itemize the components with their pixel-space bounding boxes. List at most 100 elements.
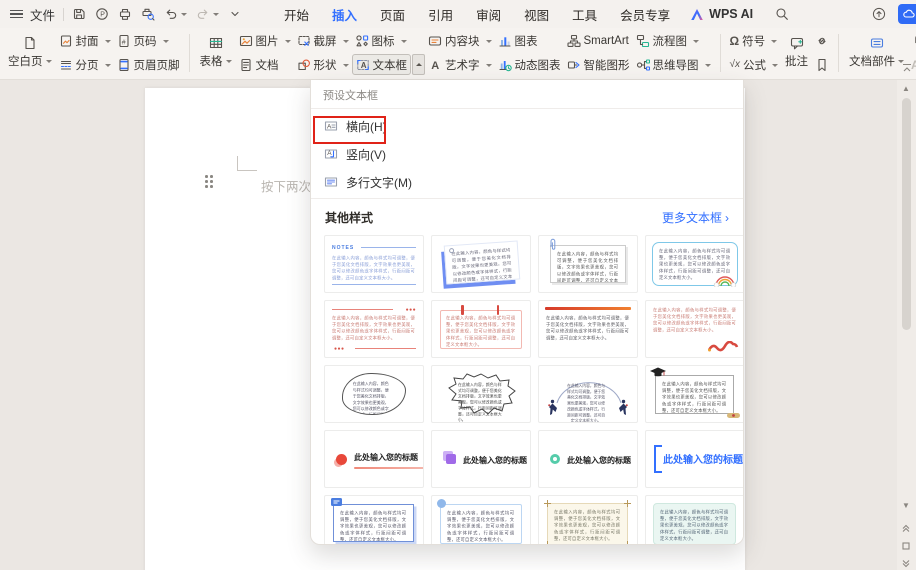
tab-member[interactable]: 会员专享 (620, 5, 670, 24)
document-button[interactable]: 文档 (236, 54, 294, 75)
main-menu-icon[interactable] (10, 10, 23, 19)
attachment-button[interactable] (908, 30, 916, 51)
tab-tools[interactable]: 工具 (572, 5, 597, 24)
smart-graphic-button[interactable]: 智能图形 (564, 54, 633, 75)
page-number-button[interactable]: # 页码 (114, 30, 183, 51)
document-icon (239, 58, 253, 72)
redo-button[interactable] (196, 7, 219, 21)
textbox-template-scribble[interactable]: 在此输入内容，颜色与样式均可调整，便于您美化文档排版，文字效果也更美观，您可以修… (431, 365, 531, 423)
blank-page-button[interactable]: 空白页 (4, 30, 56, 76)
content-block-button[interactable]: 内容块 (425, 30, 495, 51)
textbox-template-orange-bar[interactable]: 在此输入内容，颜色与样式均可调整，便于您美化文档排版，文字效果也更美观，您可以修… (538, 300, 638, 358)
other-styles-header: 其他样式 (325, 209, 373, 226)
textbox-template-graduation[interactable]: 在此输入内容，颜色与样式均可调整，便于您美化文档排版，文字效果也更美观，您可以修… (645, 365, 744, 423)
tab-review[interactable]: 审阅 (476, 5, 501, 24)
share-button[interactable] (898, 4, 916, 24)
page-number-icon: # (117, 34, 131, 48)
cloud-upload-button[interactable] (872, 7, 886, 21)
table-icon (209, 36, 223, 50)
textbox-icon: A (356, 58, 370, 72)
comment-button[interactable]: 批注 (781, 30, 812, 76)
collapse-ribbon-button[interactable] (901, 61, 913, 79)
paragraph-drag-handle-icon[interactable] (205, 175, 214, 189)
textbox-template-notes[interactable]: NOTES 在此输入内容，颜色与样式均可调整，便于您美化文档排版，文字效果也更美… (324, 235, 424, 293)
select-browse-object-button[interactable] (901, 538, 911, 556)
textbox-template-beige[interactable]: 在此输入内容，颜色与样式均可调整，便于您美化文档排版，文字效果也更美观，您可以修… (538, 495, 638, 545)
redo-caret[interactable] (213, 13, 219, 19)
textbox-button[interactable]: A 文本框 (352, 54, 412, 75)
graduate-figure-icon (618, 399, 630, 416)
textbox-template-title-teal[interactable]: 此处输入您的标题 (538, 430, 638, 488)
blue-brackets: 此处输入您的标题 (654, 445, 744, 473)
icon-library-button[interactable]: 图标 (352, 30, 426, 51)
picture-button[interactable]: 图片 (236, 30, 294, 51)
tab-view[interactable]: 视图 (524, 5, 549, 24)
header-footer-button[interactable]: 页眉页脚 (114, 54, 183, 75)
table-button[interactable]: 表格 (196, 30, 236, 76)
textbox-template-blue-circle[interactable]: 在此输入内容，颜色与样式均可调整，便于您美化文档排版，文字效果也更美观，您可以修… (431, 495, 531, 545)
textbox-template-rainbow[interactable]: 在此输入内容，颜色与样式均可调整，便于您美化文档排版，文字效果也更美观，您可以修… (645, 235, 744, 293)
scroll-down-button[interactable]: ▼ (902, 502, 910, 510)
next-page-button[interactable] (901, 556, 911, 570)
scroll-up-button[interactable]: ▲ (902, 85, 910, 93)
corner-mark-icon (544, 541, 551, 545)
formula-icon: √x (730, 60, 741, 70)
mindmap-button[interactable]: 思维导图 (633, 54, 714, 75)
search-button[interactable] (775, 7, 789, 21)
print-preview-button[interactable] (141, 7, 155, 21)
undo-button[interactable] (164, 7, 187, 21)
tab-page[interactable]: 页面 (380, 5, 405, 24)
scrollbar-thumb[interactable] (902, 98, 911, 330)
titlebar-right (872, 0, 916, 28)
shapes-button[interactable]: 形状 (294, 54, 352, 75)
tab-insert[interactable]: 插入 (332, 5, 357, 24)
content-block-icon (428, 34, 442, 48)
wordart-button[interactable]: A 艺术字 (425, 54, 495, 75)
export-pdf-button[interactable]: P (95, 7, 109, 21)
wordart-icon: A (428, 58, 442, 72)
accent-bar (545, 307, 631, 310)
cover-button[interactable]: 封面 (56, 30, 114, 51)
textbox-template-paperclip-note[interactable]: 在此输入内容，颜色与样式均可调整，便于您美化文档排版，文字效果也更美观，您可以修… (538, 235, 638, 293)
chart-button[interactable]: 图表 (495, 30, 564, 51)
formula-button[interactable]: √x 公式 (727, 54, 782, 75)
corner-mark-icon (544, 500, 551, 507)
menu-item-multiline[interactable]: 多行文字(M) (311, 168, 743, 196)
dynamic-chart-button[interactable]: 动态图表 (495, 54, 564, 75)
undo-caret[interactable] (181, 13, 187, 19)
blue-circle-icon (437, 499, 446, 508)
textbox-template-tilted-note[interactable]: 在此输入内容，颜色与样式均可调整，便于您美化文档排版，文字效果也更美观，您可以修… (431, 235, 531, 293)
textbox-template-cloud[interactable]: 在此输入内容，颜色与样式均可调整，便于您美化文档排版，文字效果也更美观，您可以修… (324, 365, 424, 423)
previous-page-button[interactable] (901, 520, 911, 538)
symbol-button[interactable]: Ω 符号 (727, 30, 782, 51)
textbox-template-title-purple[interactable]: 此处输入您的标题 (431, 430, 531, 488)
textbox-template-mint[interactable]: 在此输入内容，颜色与样式均可调整，便于您美化文档排版，文字效果也更美观，您可以修… (645, 495, 744, 545)
flowchart-button[interactable]: 流程图 (633, 30, 714, 51)
smartart-button[interactable]: SmartArt (564, 30, 633, 51)
textbox-template-red-pins[interactable]: 在此输入内容，颜色与样式均可调整，便于您美化文档排版，文字效果也更美观，您可以修… (431, 300, 531, 358)
page-break-button[interactable]: 分页 (56, 54, 114, 75)
textbox-template-blue-tag[interactable]: 在此输入内容，颜色与样式均可调整，便于您美化文档排版，文字效果也更美观，您可以修… (324, 495, 424, 545)
textbox-template-graduates[interactable]: 在此输入内容，颜色与样式均可调整，便于您美化文档排版，文字效果也更美观，您可以修… (538, 365, 638, 423)
print-button[interactable] (118, 7, 132, 21)
tab-home[interactable]: 开始 (284, 5, 309, 24)
hyperlink-button[interactable] (812, 30, 832, 51)
textbox-dropdown-panel: 预设文本框 A 横向(H) A 竖向(V) 多行文字(M) 其他样式 (310, 80, 744, 545)
textbox-template-red-lines[interactable]: ●●● 在此输入内容，颜色与样式均可调整，便于您美化文档排版，文字效果也更美观，… (324, 300, 424, 358)
more-textbox-link[interactable]: 更多文本框› (662, 209, 729, 226)
textbox-template-title-blue[interactable]: 此处输入您的标题 (645, 430, 744, 488)
menu-item-vertical[interactable]: A 竖向(V) (311, 140, 743, 168)
bookmark-button[interactable] (812, 54, 832, 75)
screenshot-button[interactable]: 截屏 (294, 30, 352, 51)
textbox-template-title-red[interactable]: 此处输入您的标题 (324, 430, 424, 488)
save-button[interactable] (72, 7, 86, 21)
textbox-template-red-ribbon[interactable]: 在此输入内容，颜色与样式均可调整，便于您美化文档排版，文字效果也更美观，您可以修… (645, 300, 744, 358)
wps-ai-button[interactable]: WPS AI (690, 7, 753, 21)
file-menu[interactable]: 文件 (30, 5, 55, 24)
divider (720, 34, 721, 72)
customize-toolbar-button[interactable] (228, 7, 242, 21)
document-parts-button[interactable]: 文档部件 (845, 30, 908, 76)
tab-reference[interactable]: 引用 (428, 5, 453, 24)
paperclip-icon (911, 34, 916, 48)
textbox-caret-button[interactable] (412, 54, 425, 75)
